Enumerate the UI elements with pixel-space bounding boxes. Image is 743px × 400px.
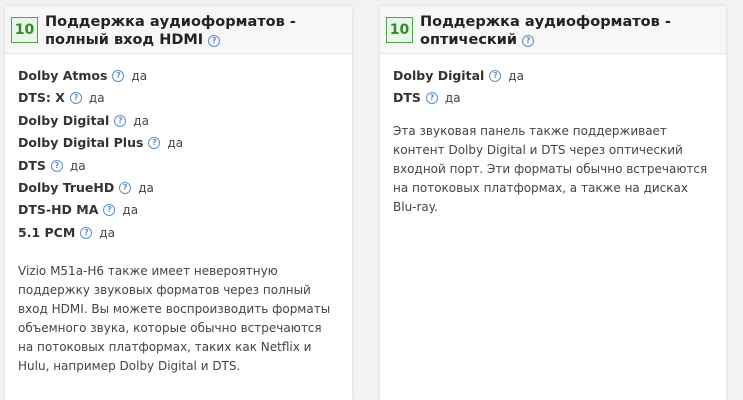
help-icon[interactable]: ? xyxy=(50,159,63,172)
format-value: да xyxy=(88,91,105,106)
help-icon[interactable]: ? xyxy=(69,92,82,105)
format-value: да xyxy=(167,136,184,151)
format-row-dts: DTS? да xyxy=(393,90,718,112)
format-row-dts-x: DTS: X? да xyxy=(18,90,344,112)
help-icon[interactable]: ? xyxy=(148,137,161,150)
format-row-dolby-digital-plus: Dolby Digital Plus? да xyxy=(18,135,344,157)
format-value: да xyxy=(69,158,86,173)
format-label: DTS xyxy=(18,157,46,173)
card-header: 10 Поддержка аудиоформатов - оптический? xyxy=(380,6,726,54)
card-description: Vizio M51a-H6 также имеет невероятную по… xyxy=(18,264,331,373)
format-value: да xyxy=(99,225,115,240)
format-row-dolby-digital: Dolby Digital? да xyxy=(18,113,344,135)
format-label: Dolby Atmos xyxy=(18,68,108,83)
format-label: DTS: X xyxy=(18,90,65,106)
help-icon[interactable]: ? xyxy=(112,70,125,82)
help-icon[interactable]: ? xyxy=(119,181,132,194)
format-row-dts: DTS? да xyxy=(18,158,344,180)
help-icon[interactable]: ? xyxy=(425,92,438,105)
format-row-5-1-pcm: 5.1 PCM? да xyxy=(18,225,344,247)
card-title: Поддержка аудиоформатов - оптический? xyxy=(420,13,720,49)
format-value: да xyxy=(122,203,139,218)
format-row-dts-hd-ma: DTS-HD MA? да xyxy=(18,202,344,224)
format-row-dolby-atmos: Dolby Atmos? да xyxy=(18,68,344,90)
card-title: Поддержка аудиоформатов - полный вход HD… xyxy=(45,13,346,49)
format-value: да xyxy=(508,69,524,83)
help-icon[interactable]: ? xyxy=(80,226,93,239)
card-title-text: Поддержка аудиоформатов - полный вход HD… xyxy=(45,14,296,48)
format-row-dolby-digital: Dolby Digital? да xyxy=(393,68,718,90)
format-value: да xyxy=(444,91,461,106)
help-icon[interactable]: ? xyxy=(103,204,116,217)
help-icon[interactable]: ? xyxy=(522,35,535,47)
format-label: Dolby Digital Plus xyxy=(18,135,144,151)
format-label: Dolby TrueHD xyxy=(18,179,115,195)
card-description: Эта звуковая панель также поддерживает к… xyxy=(393,124,708,214)
score-badge: 10 xyxy=(11,17,38,43)
format-value: да xyxy=(138,180,154,195)
card-header: 10 Поддержка аудиоформатов - полный вход… xyxy=(5,6,352,54)
card-title-text: Поддержка аудиоформатов - оптический xyxy=(420,14,671,48)
format-row-dolby-truehd: Dolby TrueHD? да xyxy=(18,180,344,202)
score-badge: 10 xyxy=(386,17,413,43)
help-icon[interactable]: ? xyxy=(208,35,221,47)
format-label: DTS-HD MA xyxy=(18,202,99,218)
format-label: 5.1 PCM xyxy=(18,224,76,240)
help-icon[interactable]: ? xyxy=(489,70,502,82)
format-label: Dolby Digital xyxy=(18,112,110,128)
format-value: да xyxy=(133,113,149,128)
format-label: Dolby Digital xyxy=(393,68,485,83)
format-value: да xyxy=(131,69,148,83)
optical-audio-formats-card: 10 Поддержка аудиоформатов - оптический?… xyxy=(380,6,726,400)
hdmi-audio-formats-card: 10 Поддержка аудиоформатов - полный вход… xyxy=(5,6,352,400)
format-list: Dolby Digital? да DTS? да xyxy=(393,68,718,113)
format-list: Dolby Atmos? да DTS: X? да Dolby Digital? д… xyxy=(18,68,344,247)
format-label: DTS xyxy=(393,90,421,106)
help-icon[interactable]: ? xyxy=(114,114,127,127)
